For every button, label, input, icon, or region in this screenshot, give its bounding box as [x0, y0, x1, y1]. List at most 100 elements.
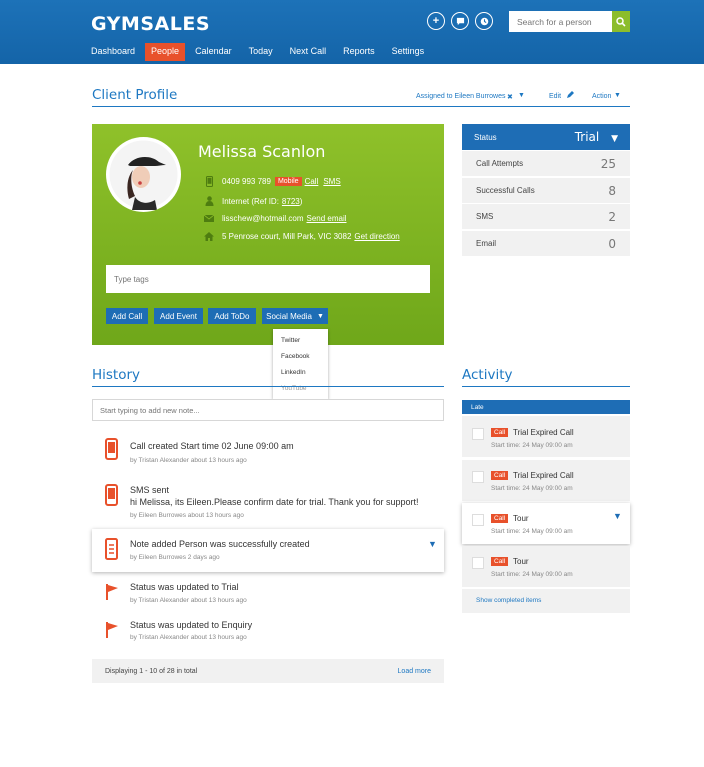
tags-input[interactable]	[106, 265, 430, 293]
search-input[interactable]	[509, 11, 612, 32]
social-media-label: Social Media	[266, 311, 312, 321]
avatar	[106, 137, 181, 212]
activity-item: Call Trial Expired Call Start time: 24 M…	[462, 460, 630, 501]
chat-icon[interactable]	[451, 12, 469, 30]
status-value: Trial	[574, 130, 600, 144]
social-media-button[interactable]: Social Media ▼	[262, 308, 328, 324]
late-group-header: Late	[462, 400, 630, 414]
activity-title-text: Tour	[513, 514, 529, 523]
pencil-icon[interactable]	[566, 91, 574, 99]
menu-item-linkedin[interactable]: LinkedIn	[281, 369, 306, 376]
activity-title: Activity	[462, 367, 513, 383]
nav-dashboard[interactable]: Dashboard	[91, 43, 135, 61]
mobile-badge: Mobile	[274, 177, 302, 186]
chevron-down-icon[interactable]: ▼	[428, 539, 437, 549]
activity-item[interactable]: Call Tour Start time: 24 May 09:00 am ▼	[462, 503, 630, 544]
activity-title-text: Trial Expired Call	[513, 471, 574, 480]
menu-item-facebook[interactable]: Facebook	[281, 353, 310, 360]
activity-checkbox[interactable]	[472, 557, 484, 569]
activity-title-text: Tour	[513, 557, 529, 566]
show-completed-link[interactable]: Show completed items	[476, 597, 541, 604]
source-paren: )	[299, 196, 303, 206]
activity-checkbox[interactable]	[472, 428, 484, 440]
pagination-text: Displaying 1 - 10 of 28 in total	[105, 667, 198, 675]
activity-item: Call Tour Start time: 24 May 09:00 am	[462, 546, 630, 587]
history-title-text: Call created Start time 02 June 09:00 am	[130, 441, 294, 451]
stat-label: Successful Calls	[476, 186, 535, 195]
activity-checkbox[interactable]	[472, 514, 484, 526]
call-link[interactable]: Call	[305, 177, 319, 186]
history-item[interactable]: Note added Person was successfully creat…	[92, 529, 444, 572]
history-title-text: Note added Person was successfully creat…	[130, 539, 310, 549]
stat-value: 2	[608, 209, 616, 224]
nav-settings[interactable]: Settings	[392, 43, 425, 61]
nav-reports[interactable]: Reports	[343, 43, 375, 61]
action-dropdown[interactable]: Action	[592, 93, 611, 100]
add-todo-button[interactable]: Add ToDo	[208, 308, 256, 324]
top-header: GYMSALES Dashboard People Calendar Today…	[0, 0, 704, 64]
email-row: lisschew@hotmail.com Send email	[204, 214, 347, 223]
stat-value: 0	[608, 236, 616, 251]
add-event-button[interactable]: Add Event	[154, 308, 203, 324]
history-item: SMS sent hi Melissa, its Eileen.Please c…	[92, 476, 444, 524]
activity-title-text: Trial Expired Call	[513, 428, 574, 437]
assignee-caret-icon[interactable]: ▼	[518, 92, 525, 99]
stat-label: Call Attempts	[476, 159, 524, 168]
add-call-button[interactable]: Add Call	[106, 308, 148, 324]
mobile-phone-icon	[204, 176, 214, 187]
status-label: Status	[474, 132, 497, 142]
chevron-down-icon: ▼	[316, 312, 324, 320]
send-email-link[interactable]: Send email	[306, 214, 346, 223]
address-text: 5 Penrose court, Mill Park, VIC 3082	[222, 232, 352, 241]
clock-icon[interactable]	[475, 12, 493, 30]
menu-item-twitter[interactable]: Twitter	[281, 337, 300, 344]
clear-assignee-icon[interactable]: ✖	[507, 93, 513, 101]
nav-today[interactable]: Today	[249, 43, 273, 61]
history-title-text: Status was updated to Enquiry	[130, 620, 253, 630]
nav-next-call[interactable]: Next Call	[290, 43, 327, 61]
nav-people[interactable]: People	[145, 43, 186, 61]
history-title-text: Status was updated to Trial	[130, 582, 239, 592]
stat-value: 8	[608, 183, 616, 198]
main-nav: Dashboard People Calendar Today Next Cal…	[91, 43, 441, 61]
source-text: Internet (Ref ID:	[222, 196, 279, 206]
note-icon	[105, 538, 118, 560]
app-logo[interactable]: GYMSALES	[91, 13, 210, 35]
get-direction-link[interactable]: Get direction	[354, 232, 399, 241]
status-selector[interactable]: Status Trial ▼	[462, 124, 630, 150]
stat-label: Email	[476, 239, 497, 248]
address-row: 5 Penrose court, Mill Park, VIC 3082 Get…	[204, 232, 400, 241]
activity-checkbox[interactable]	[472, 471, 484, 483]
search-icon	[616, 16, 626, 27]
action-caret-icon[interactable]: ▼	[614, 92, 621, 99]
sms-link[interactable]: SMS	[323, 177, 340, 186]
client-name: Melissa Scanlon	[198, 142, 326, 161]
activity-meta: Start time: 24 May 09:00 am	[491, 528, 573, 535]
history-title-text: SMS sent	[130, 485, 170, 495]
activity-item: Call Trial Expired Call Start time: 24 M…	[462, 416, 630, 457]
person-icon	[204, 196, 214, 206]
ref-id-link[interactable]: 8723	[282, 197, 300, 206]
edit-link[interactable]: Edit	[549, 93, 561, 100]
flag-icon	[106, 584, 118, 600]
activity-meta: Start time: 24 May 09:00 am	[491, 442, 573, 449]
stat-label: SMS	[476, 212, 494, 221]
profile-card: Melissa Scanlon 0409 993 789 Mobile Call…	[92, 124, 444, 345]
stat-sms: SMS 2	[462, 204, 630, 229]
search-button[interactable]	[612, 11, 630, 32]
activity-meta: Start time: 24 May 09:00 am	[491, 485, 573, 492]
history-meta: by Tristan Alexander about 13 hours ago	[130, 634, 247, 641]
source-row: Internet (Ref ID: 8723 )	[204, 196, 302, 206]
stat-call-attempts: Call Attempts 25	[462, 151, 630, 176]
history-meta: by Eileen Burrowes about 13 hours ago	[130, 512, 244, 519]
history-meta: by Eileen Burrowes 2 days ago	[130, 554, 220, 561]
nav-calendar[interactable]: Calendar	[195, 43, 232, 61]
stat-successful-calls: Successful Calls 8	[462, 178, 630, 203]
chevron-down-icon[interactable]: ▼	[613, 511, 622, 521]
assigned-to-link[interactable]: Assigned to Eileen Burrowes	[416, 93, 506, 100]
activity-meta: Start time: 24 May 09:00 am	[491, 571, 573, 578]
new-note-input[interactable]	[92, 399, 444, 421]
plus-icon[interactable]: +	[427, 12, 445, 30]
load-more-link[interactable]: Load more	[398, 668, 431, 675]
history-meta: by Tristan Alexander about 13 hours ago	[130, 457, 247, 464]
